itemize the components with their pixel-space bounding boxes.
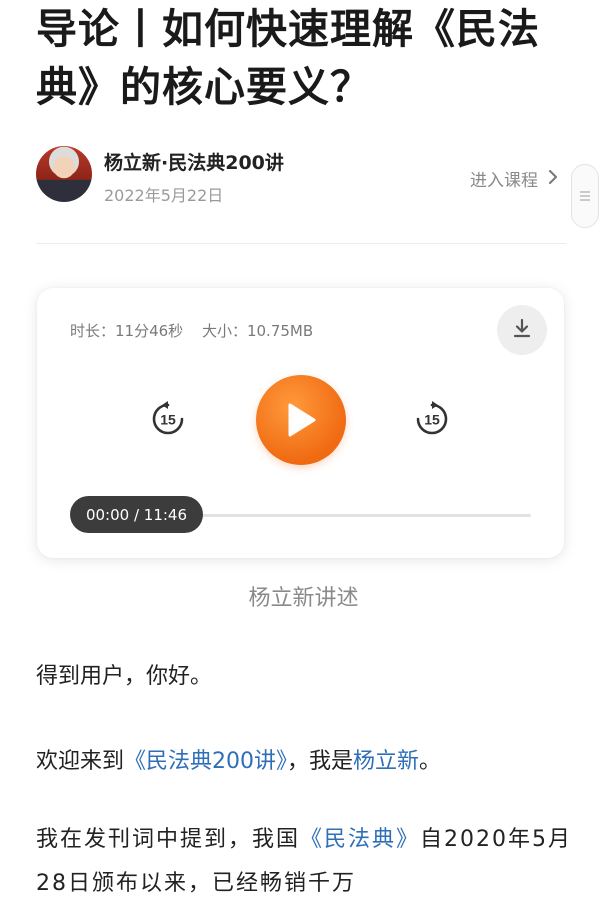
download-icon (511, 317, 533, 343)
course-link[interactable]: 《民法典200讲》 (124, 749, 287, 774)
audio-player: 时长：11分46秒 大小：10.75MB 15 15 00:00 / 11:46 (37, 288, 564, 558)
enter-course-button[interactable]: 进入课程 (470, 166, 558, 191)
audio-duration: 时长：11分46秒 (70, 322, 184, 340)
divider (36, 243, 566, 244)
download-button[interactable] (497, 305, 547, 355)
forward-15-button[interactable]: 15 (413, 400, 451, 438)
rewind-15-button[interactable]: 15 (149, 400, 187, 438)
welcome-text-mid: ，我是 (287, 749, 354, 774)
rewind-15-icon: 15 (152, 401, 184, 435)
narrator-label: 杨立新讲述 (248, 586, 359, 611)
publish-date: 2022年5月22日 (104, 186, 224, 205)
author-row: 杨立新·民法典200讲 2022年5月22日 进入课程 (36, 146, 568, 208)
enter-course-label: 进入课程 (470, 171, 538, 191)
forward-15-icon: 15 (416, 401, 448, 435)
rewind-seconds: 15 (160, 412, 176, 428)
list-icon[interactable] (571, 164, 599, 228)
playback-time-handle[interactable]: 00:00 / 11:46 (70, 496, 203, 533)
audio-meta: 时长：11分46秒 大小：10.75MB (70, 320, 313, 341)
civil-code-link[interactable]: 《民法典》 (300, 827, 420, 852)
welcome-paragraph: 欢迎来到《民法典200讲》，我是杨立新。 (36, 743, 576, 775)
author-avatar[interactable] (36, 146, 92, 202)
forward-seconds: 15 (424, 412, 440, 428)
intro-paragraph: 我在发刊词中提到，我国《民法典》自2020年5月28日颁布以来，已经畅销千万 (36, 818, 576, 906)
chevron-right-icon (548, 169, 558, 188)
intro-text: 我在发刊词中提到，我国 (36, 827, 301, 852)
audio-size: 大小：10.75MB (201, 322, 314, 340)
author-link[interactable]: 杨立新 (353, 749, 419, 774)
play-button[interactable] (256, 375, 346, 465)
welcome-text-end: 。 (419, 749, 442, 774)
greeting-paragraph: 得到用户，你好。 (36, 664, 213, 689)
article-title: 导论丨如何快速理解《民法典》的核心要义？ (36, 5, 540, 111)
welcome-text: 欢迎来到 (36, 749, 125, 774)
author-name[interactable]: 杨立新·民法典200讲 (104, 148, 284, 175)
play-icon (288, 403, 316, 437)
